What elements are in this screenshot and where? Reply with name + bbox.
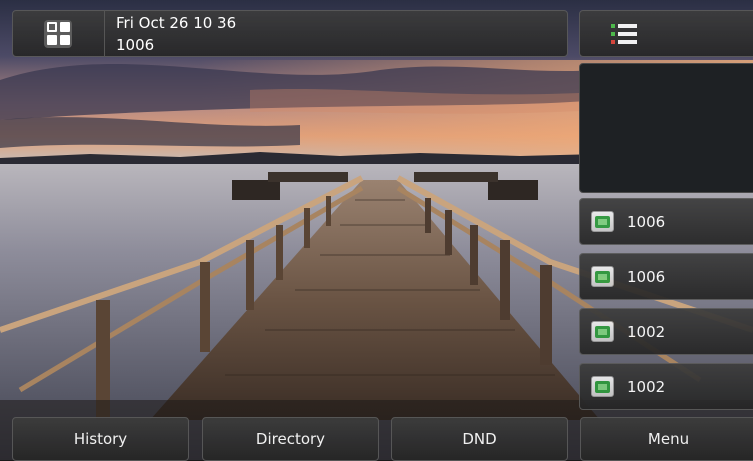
line-registered-icon xyxy=(591,376,614,397)
line-key-label: 1006 xyxy=(627,212,666,231)
apps-button[interactable] xyxy=(12,10,105,57)
line-registered-icon xyxy=(591,321,614,342)
line-key-label: 1002 xyxy=(627,322,666,341)
line-key-4[interactable]: 1002 xyxy=(579,363,753,410)
list-menu-icon xyxy=(611,23,637,44)
account-label: 1006 xyxy=(116,36,155,54)
apps-grid-icon xyxy=(44,19,72,48)
line-registered-icon xyxy=(591,266,614,287)
list-menu-button[interactable] xyxy=(579,10,753,57)
line-key-label: 1006 xyxy=(627,267,666,286)
history-softkey[interactable]: History xyxy=(12,417,189,461)
line-registered-icon xyxy=(591,211,614,232)
menu-softkey[interactable]: Menu xyxy=(580,417,753,461)
dnd-softkey[interactable]: DND xyxy=(391,417,568,461)
display-area xyxy=(579,63,753,193)
directory-softkey[interactable]: Directory xyxy=(202,417,379,461)
line-key-1[interactable]: 1006 xyxy=(579,198,753,245)
line-key-label: 1002 xyxy=(627,377,666,396)
line-key-2[interactable]: 1006 xyxy=(579,253,753,300)
datetime-label: Fri Oct 26 10 36 xyxy=(116,14,237,32)
line-key-3[interactable]: 1002 xyxy=(579,308,753,355)
